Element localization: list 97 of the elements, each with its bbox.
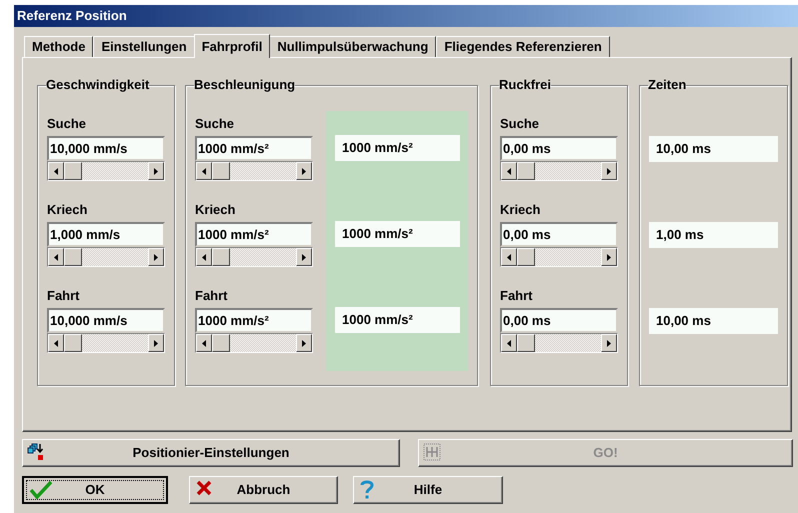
dialog-button[interactable]: OK — [22, 476, 168, 504]
check-icon — [30, 481, 52, 499]
question-icon — [360, 480, 374, 500]
right-arrow-icon — [154, 168, 158, 174]
input-field[interactable]: 1000 mm/s² — [195, 222, 313, 247]
readout-field: 1000 mm/s² — [335, 221, 460, 247]
scroll-right-button[interactable] — [601, 162, 617, 180]
scroll-right-button[interactable] — [148, 248, 164, 266]
right-arrow-icon — [302, 168, 306, 174]
scrollbar[interactable] — [47, 247, 165, 267]
scroll-right-button[interactable] — [296, 248, 312, 266]
input-field[interactable]: 0,00 ms — [500, 308, 618, 333]
scroll-thumb[interactable] — [517, 162, 535, 180]
scroll-thumb[interactable] — [517, 248, 535, 266]
readout-field: 1000 mm/s² — [335, 135, 460, 161]
scrollbar[interactable] — [500, 161, 618, 181]
stacked-squares-icon — [27, 443, 45, 461]
dialog-button[interactable]: Hilfe — [353, 476, 503, 504]
scrollbar[interactable] — [47, 161, 165, 181]
field-label: Suche — [47, 114, 88, 133]
left-arrow-icon — [202, 340, 206, 346]
group-title: Ruckfrei — [499, 78, 552, 92]
scrollbar[interactable] — [47, 333, 165, 353]
scrollbar[interactable] — [195, 247, 313, 267]
right-arrow-icon — [154, 340, 158, 346]
scroll-left-button[interactable] — [501, 334, 517, 352]
left-arrow-icon — [507, 340, 511, 346]
field-label: Suche — [195, 114, 236, 133]
right-arrow-icon — [302, 340, 306, 346]
scroll-left-button[interactable] — [48, 162, 64, 180]
scroll-left-button[interactable] — [501, 248, 517, 266]
field-label: Fahrt — [195, 286, 228, 305]
readout-field: 10,00 ms — [649, 308, 778, 334]
field-label: Kriech — [500, 200, 542, 219]
input-field[interactable]: 0,00 ms — [500, 136, 618, 161]
window-title: Referenz Position — [17, 7, 127, 26]
input-field[interactable]: 10,000 mm/s — [47, 308, 165, 333]
tab[interactable]: Nullimpulsüberwachung — [269, 36, 436, 57]
scroll-thumb[interactable] — [212, 162, 230, 180]
scroll-left-button[interactable] — [196, 334, 212, 352]
input-field[interactable]: 1,000 mm/s — [47, 222, 165, 247]
readout-field: 1000 mm/s² — [335, 307, 460, 333]
input-field[interactable]: 10,000 mm/s — [47, 136, 165, 161]
scroll-left-button[interactable] — [196, 248, 212, 266]
field-label: Fahrt — [47, 286, 80, 305]
scroll-left-button[interactable] — [48, 334, 64, 352]
scroll-right-button[interactable] — [601, 334, 617, 352]
grid-icon — [423, 443, 441, 461]
scroll-thumb[interactable] — [517, 334, 535, 352]
readout-field: 10,00 ms — [649, 136, 778, 162]
left-arrow-icon — [202, 168, 206, 174]
left-arrow-icon — [202, 254, 206, 260]
scroll-right-button[interactable] — [148, 334, 164, 352]
readout-field: 1,00 ms — [649, 222, 778, 248]
scroll-right-button[interactable] — [296, 162, 312, 180]
group-title: Geschwindigkeit — [46, 78, 150, 92]
field-label: Kriech — [47, 200, 88, 219]
right-arrow-icon — [607, 168, 611, 174]
action-button[interactable]: Positionier-Einstellungen — [22, 439, 400, 467]
tab[interactable]: Fahrprofil — [194, 34, 270, 58]
left-arrow-icon — [54, 254, 58, 260]
scroll-thumb[interactable] — [64, 334, 82, 352]
scroll-thumb[interactable] — [212, 334, 230, 352]
scroll-left-button[interactable] — [196, 162, 212, 180]
left-arrow-icon — [507, 168, 511, 174]
dialog-button[interactable]: Abbruch — [189, 476, 338, 504]
left-arrow-icon — [54, 168, 58, 174]
right-arrow-icon — [302, 254, 306, 260]
input-field[interactable]: 0,00 ms — [500, 222, 618, 247]
group-title: Zeiten — [648, 78, 686, 92]
scroll-thumb[interactable] — [64, 248, 82, 266]
scrollbar[interactable] — [195, 161, 313, 181]
field-label: Kriech — [195, 200, 236, 219]
right-arrow-icon — [607, 254, 611, 260]
input-field[interactable]: 1000 mm/s² — [195, 308, 313, 333]
right-arrow-icon — [607, 340, 611, 346]
tab[interactable]: Methode — [24, 36, 94, 57]
scroll-thumb[interactable] — [64, 162, 82, 180]
tab[interactable]: Fliegendes Referenzieren — [436, 36, 610, 57]
scrollbar[interactable] — [500, 247, 618, 267]
left-arrow-icon — [54, 340, 58, 346]
scrollbar[interactable] — [500, 333, 618, 353]
scroll-left-button[interactable] — [501, 162, 517, 180]
scroll-right-button[interactable] — [296, 334, 312, 352]
group-title: Beschleunigung — [194, 78, 296, 92]
cross-icon — [196, 480, 212, 496]
scroll-thumb[interactable] — [212, 248, 230, 266]
right-arrow-icon — [154, 254, 158, 260]
tab[interactable]: Einstellungen — [93, 36, 195, 57]
scroll-right-button[interactable] — [601, 248, 617, 266]
field-label: Suche — [500, 114, 540, 133]
input-field[interactable]: 1000 mm/s² — [195, 136, 313, 161]
field-label: Fahrt — [500, 286, 534, 305]
scroll-right-button[interactable] — [148, 162, 164, 180]
scroll-left-button[interactable] — [48, 248, 64, 266]
scrollbar[interactable] — [195, 333, 313, 353]
left-arrow-icon — [507, 254, 511, 260]
